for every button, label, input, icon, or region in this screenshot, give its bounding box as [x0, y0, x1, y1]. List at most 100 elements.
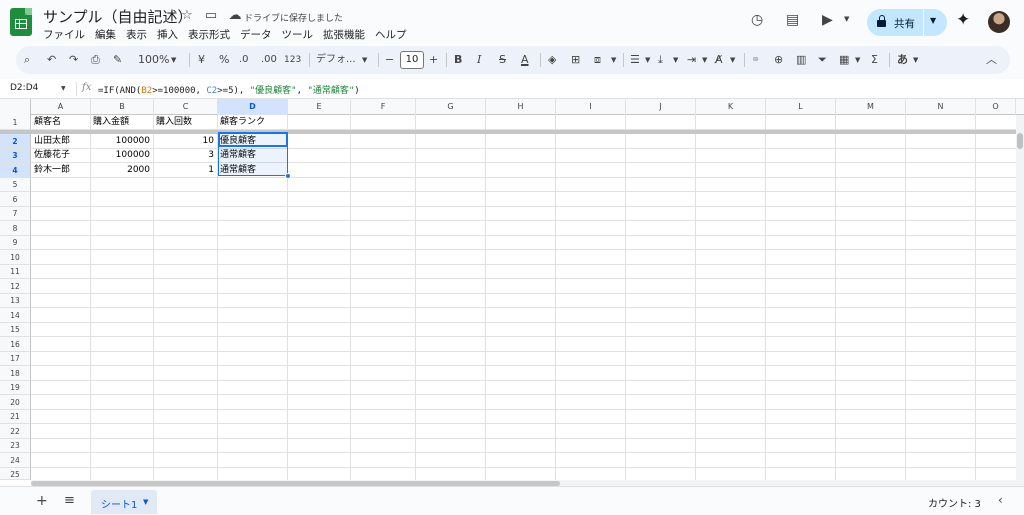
row-header-12[interactable]: 12: [0, 279, 31, 294]
cell-b3[interactable]: 100000: [90, 148, 153, 162]
row-header-7[interactable]: 7: [0, 207, 31, 221]
collapse-toolbar-icon[interactable]: ︿: [986, 52, 997, 68]
row-header-23[interactable]: 23: [0, 439, 31, 453]
input-tools-button[interactable]: あ: [897, 52, 908, 68]
vertical-align-icon[interactable]: ⤓: [658, 52, 663, 68]
row-header-5[interactable]: 5: [0, 178, 31, 192]
cell-d1[interactable]: 顧客ランク: [217, 115, 268, 129]
print-icon[interactable]: ⎙: [91, 52, 100, 68]
menu-format[interactable]: 表示形式: [188, 27, 230, 42]
column-header-c[interactable]: C: [154, 99, 218, 115]
row-header-14[interactable]: 14: [0, 308, 31, 323]
column-header-h[interactable]: H: [486, 99, 556, 115]
save-status[interactable]: ドライブに保存しました: [244, 11, 343, 24]
insert-chart-icon[interactable]: ▥: [796, 52, 806, 68]
filter-icon[interactable]: ⏷: [818, 52, 827, 68]
row-header-8[interactable]: 8: [0, 221, 31, 236]
more-formats-button[interactable]: 123: [284, 52, 301, 68]
search-menus-icon[interactable]: ⌕: [24, 52, 30, 68]
star-icon[interactable]: ☆: [180, 8, 194, 23]
row-header-16[interactable]: 16: [0, 337, 31, 352]
increase-decimal-button[interactable]: .00: [261, 52, 277, 68]
column-header-o[interactable]: O: [976, 99, 1016, 115]
font-size-increase-icon[interactable]: +: [429, 52, 438, 68]
merge-dropdown-icon[interactable]: ▼: [611, 52, 616, 68]
meet-icon[interactable]: ▶: [822, 12, 833, 28]
sheet-tab[interactable]: シート1 ▼: [91, 490, 157, 514]
zoom-select[interactable]: 100%: [138, 52, 169, 68]
row-header-19[interactable]: 19: [0, 381, 31, 395]
rotation-dropdown-icon[interactable]: ▼: [730, 52, 735, 68]
input-tools-dropdown-icon[interactable]: ▼: [913, 52, 918, 68]
filter-views-icon[interactable]: ▦: [839, 52, 849, 68]
text-color-icon[interactable]: A: [521, 52, 529, 68]
row-header-25[interactable]: 25: [0, 468, 31, 480]
font-dropdown-icon[interactable]: ▼: [362, 52, 367, 68]
bold-icon[interactable]: B: [454, 52, 462, 68]
name-box[interactable]: D2:D4: [10, 83, 38, 93]
add-sheet-icon[interactable]: +: [36, 493, 48, 509]
strikethrough-icon[interactable]: S: [499, 52, 506, 68]
paint-format-icon[interactable]: ✎: [113, 52, 122, 68]
selection-summary[interactable]: カウント: 3: [928, 495, 981, 510]
all-sheets-icon[interactable]: ≡: [64, 493, 75, 508]
side-panel-toggle-icon[interactable]: ‹: [998, 493, 1003, 507]
vertical-scrollbar-track[interactable]: [1016, 115, 1024, 486]
borders-icon[interactable]: ⊞: [571, 52, 580, 68]
document-title[interactable]: サンプル（自由記述）: [43, 6, 193, 27]
percent-format-button[interactable]: %: [219, 52, 229, 68]
text-wrap-icon[interactable]: ⇥: [687, 52, 696, 68]
row-header-22[interactable]: 22: [0, 424, 31, 439]
menu-tools[interactable]: ツール: [282, 27, 314, 42]
name-box-dropdown-icon[interactable]: ▼: [61, 85, 66, 92]
row-header-3[interactable]: 3: [0, 149, 31, 163]
column-header-a[interactable]: A: [31, 99, 91, 115]
column-header-n[interactable]: N: [906, 99, 976, 115]
fill-color-icon[interactable]: ◈: [548, 52, 556, 68]
cell-a3[interactable]: 佐藤花子: [31, 148, 73, 162]
column-header-d[interactable]: D: [218, 99, 288, 115]
row-header-10[interactable]: 10: [0, 250, 31, 265]
filter-views-dropdown-icon[interactable]: ▼: [855, 52, 860, 68]
row-header-4[interactable]: 4: [0, 163, 31, 178]
font-size-input[interactable]: 10: [400, 51, 424, 69]
avatar[interactable]: [988, 11, 1010, 33]
column-header-j[interactable]: J: [626, 99, 696, 115]
insert-link-icon[interactable]: ⚭: [751, 52, 760, 68]
decrease-decimal-button[interactable]: .0: [239, 52, 249, 68]
share-button[interactable]: 共有 ▼: [867, 9, 947, 36]
row-header-15[interactable]: 15: [0, 323, 31, 337]
row-header-1[interactable]: 1: [0, 115, 31, 130]
vertical-scrollbar-thumb[interactable]: [1017, 133, 1023, 149]
cell-b4[interactable]: 2000: [90, 163, 153, 177]
frozen-row-divider[interactable]: [0, 130, 1016, 134]
row-header-20[interactable]: 20: [0, 395, 31, 410]
undo-icon[interactable]: ↶: [47, 52, 56, 68]
font-size-decrease-icon[interactable]: −: [385, 52, 394, 68]
wrap-dropdown-icon[interactable]: ▼: [702, 52, 707, 68]
fill-handle[interactable]: [285, 173, 291, 179]
select-all-corner[interactable]: [0, 99, 31, 115]
row-header-2[interactable]: 2: [0, 134, 31, 149]
horizontal-align-icon[interactable]: ☰: [630, 52, 640, 68]
menu-extensions[interactable]: 拡張機能: [323, 27, 365, 42]
redo-icon[interactable]: ↷: [69, 52, 78, 68]
cell-a4[interactable]: 鈴木一郎: [31, 163, 73, 177]
cell-b1[interactable]: 購入金額: [90, 115, 132, 129]
currency-format-button[interactable]: ¥: [198, 52, 205, 68]
sheet-grid[interactable]: A B C D E F G H I J K L M N O 1 2 3 4 5 …: [0, 99, 1024, 486]
row-header-17[interactable]: 17: [0, 352, 31, 366]
functions-icon[interactable]: Σ: [871, 52, 878, 68]
column-header-b[interactable]: B: [91, 99, 154, 115]
sheet-tab-dropdown-icon[interactable]: ▼: [143, 498, 148, 506]
cell-c1[interactable]: 購入回数: [153, 115, 195, 129]
menu-view[interactable]: 表示: [126, 27, 147, 42]
cell-b2[interactable]: 100000: [90, 134, 153, 148]
zoom-dropdown-icon[interactable]: ▼: [171, 52, 176, 68]
sheets-logo-icon[interactable]: [10, 8, 32, 36]
text-rotation-icon[interactable]: A̸: [715, 52, 723, 68]
cell-c4[interactable]: 1: [153, 163, 217, 177]
move-folder-icon[interactable]: ▭: [204, 8, 218, 23]
column-header-g[interactable]: G: [416, 99, 486, 115]
column-header-e[interactable]: E: [288, 99, 351, 115]
